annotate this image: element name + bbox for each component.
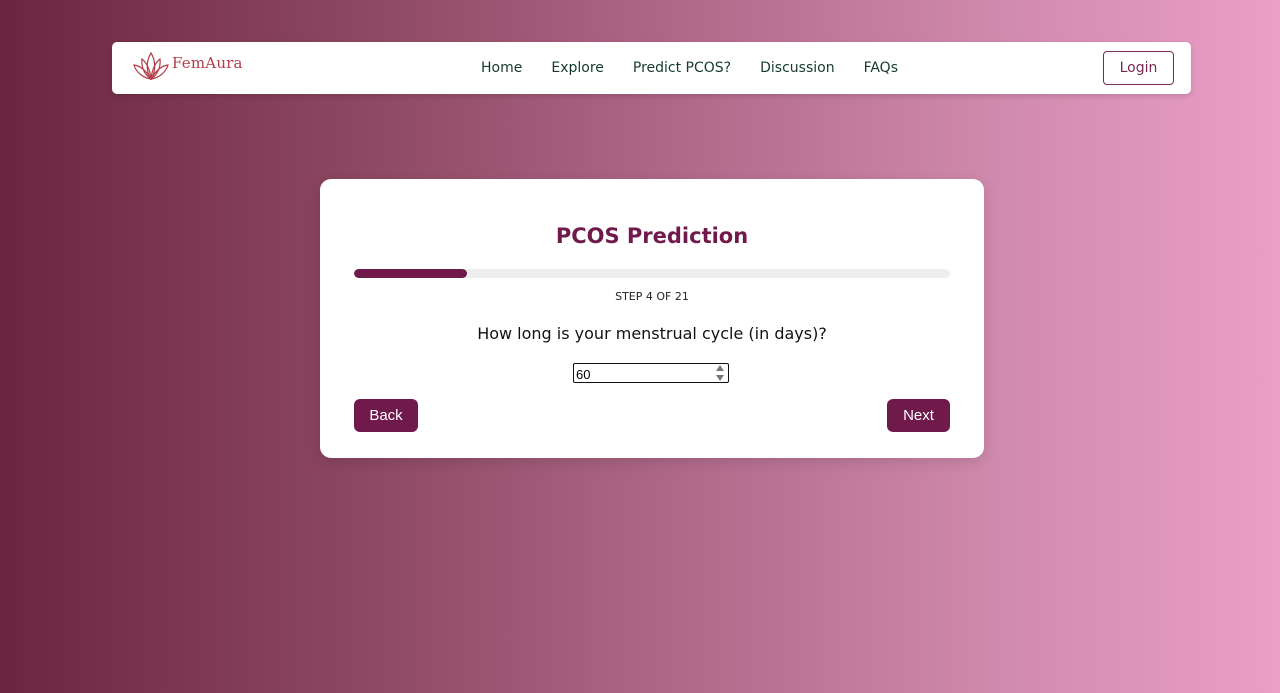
spinner-up-icon[interactable] xyxy=(716,365,724,371)
brand-logo[interactable]: FemAura xyxy=(133,50,243,82)
cycle-length-input[interactable] xyxy=(574,365,709,384)
progress-bar xyxy=(354,269,950,278)
nav-link-discussion[interactable]: Discussion xyxy=(760,60,834,76)
navbar: FemAura Home Explore Predict PCOS? Discu… xyxy=(112,42,1191,94)
nav-link-predict-pcos[interactable]: Predict PCOS? xyxy=(633,60,731,76)
login-button[interactable]: Login xyxy=(1103,51,1174,85)
brand-name: FemAura xyxy=(172,54,243,72)
step-indicator: STEP 4 OF 21 xyxy=(615,290,689,303)
nav-links: Home Explore Predict PCOS? Discussion FA… xyxy=(481,42,927,94)
page-title: PCOS Prediction xyxy=(555,224,749,248)
cycle-length-field xyxy=(573,363,729,384)
spinner-down-icon[interactable] xyxy=(716,375,724,381)
next-button[interactable]: Next xyxy=(887,399,950,432)
nav-link-home[interactable]: Home xyxy=(481,60,522,76)
number-spinner[interactable] xyxy=(715,365,725,381)
prediction-card: PCOS Prediction STEP 4 OF 21 How long is… xyxy=(320,179,984,458)
nav-link-explore[interactable]: Explore xyxy=(551,60,604,76)
progress-bar-fill xyxy=(354,269,468,278)
back-button[interactable]: Back xyxy=(354,399,418,432)
lotus-icon xyxy=(133,51,169,81)
question-text: How long is your menstrual cycle (in day… xyxy=(477,324,827,343)
nav-link-faqs[interactable]: FAQs xyxy=(864,60,898,76)
